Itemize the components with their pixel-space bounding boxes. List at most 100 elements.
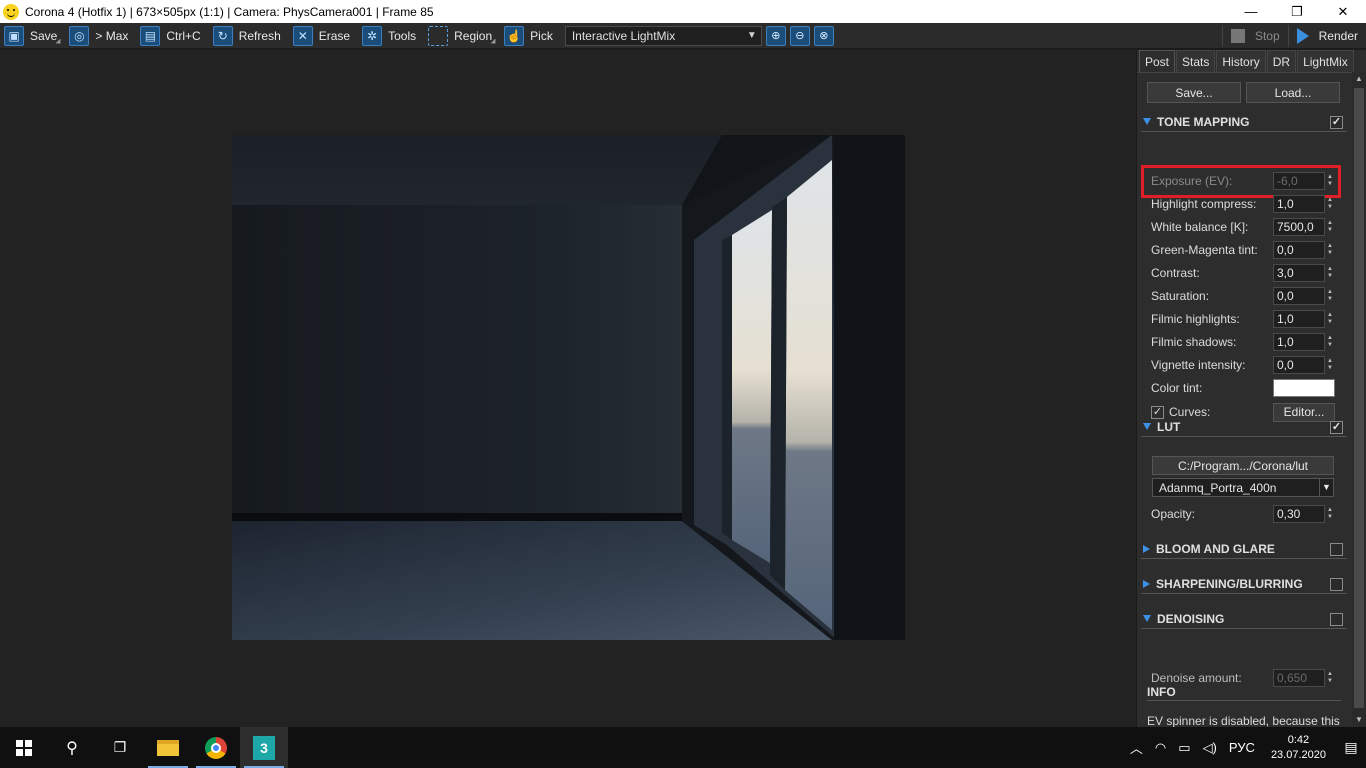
title-bar: Corona 4 (Hotfix 1) | 673×505px (1:1) | … bbox=[0, 0, 1366, 23]
filmic-highlights-value[interactable]: 1,0 bbox=[1273, 310, 1325, 328]
zoom-out-button[interactable]: ⊖ bbox=[789, 25, 810, 46]
sharpening-checkbox[interactable] bbox=[1330, 578, 1343, 591]
lut-opacity-spinner[interactable]: 0,30 ▲ ▼ bbox=[1273, 505, 1335, 523]
load-preset-button[interactable]: Load... bbox=[1246, 82, 1340, 103]
bloom-glare-header[interactable]: BLOOM AND GLARE bbox=[1141, 539, 1347, 559]
lut-checkbox[interactable]: ✓ bbox=[1330, 421, 1343, 434]
contrast-value[interactable]: 3,0 bbox=[1273, 264, 1325, 282]
tone-mapping-header[interactable]: TONE MAPPING ✓ bbox=[1141, 112, 1347, 132]
pick-button[interactable]: ☝ Pick bbox=[500, 24, 559, 48]
color-tint-row: Color tint: bbox=[1151, 379, 1335, 397]
task-view-button[interactable]: ❐ bbox=[96, 727, 144, 768]
save-button[interactable]: ▣ Save bbox=[0, 24, 63, 48]
chevron-up-icon[interactable]: ︿ bbox=[1130, 738, 1143, 757]
lut-opacity-label: Opacity: bbox=[1151, 507, 1196, 521]
filmic-shadows-value[interactable]: 1,0 bbox=[1273, 333, 1325, 351]
denoising-checkbox[interactable] bbox=[1330, 613, 1343, 626]
tab-post[interactable]: Post bbox=[1139, 50, 1176, 72]
scroll-up-icon[interactable]: ▲ bbox=[1352, 72, 1366, 86]
search-button[interactable]: ⚲ bbox=[48, 727, 96, 768]
saturation-value[interactable]: 0,0 bbox=[1273, 287, 1325, 305]
tab-stats[interactable]: Stats bbox=[1176, 50, 1216, 72]
highlight-compress-spinner[interactable]: 1,0 ▲ ▼ bbox=[1273, 195, 1335, 213]
language-indicator[interactable]: РУС bbox=[1229, 740, 1255, 755]
panel-scrollbar[interactable]: ▲ ▼ bbox=[1352, 72, 1366, 727]
white-balance-value[interactable]: 7500,0 bbox=[1273, 218, 1325, 236]
spinner-arrows-icon[interactable]: ▲ ▼ bbox=[1325, 264, 1335, 282]
scroll-thumb[interactable] bbox=[1354, 88, 1364, 708]
green-magenta-tint-label: Green-Magenta tint: bbox=[1151, 243, 1258, 257]
zoom-in-button[interactable]: ⊕ bbox=[765, 25, 786, 46]
maximize-button[interactable]: ❐ bbox=[1274, 0, 1320, 23]
expand-arrow-icon bbox=[1143, 579, 1150, 588]
filmic-highlights-spinner[interactable]: 1,0 ▲ ▼ bbox=[1273, 310, 1335, 328]
lut-select[interactable]: Adanmq_Portra_400n ▼ bbox=[1152, 478, 1334, 497]
frame-buffer-viewport[interactable] bbox=[0, 50, 1136, 727]
refresh-icon: ↻ bbox=[212, 25, 233, 46]
green-magenta-tint-spinner[interactable]: 0,0 ▲ ▼ bbox=[1273, 241, 1335, 259]
clock[interactable]: 0:42 23.07.2020 bbox=[1271, 733, 1326, 763]
save-label: Save bbox=[30, 28, 58, 43]
battery-icon[interactable]: ▭ bbox=[1178, 740, 1190, 756]
scroll-down-icon[interactable]: ▼ bbox=[1352, 713, 1366, 727]
erase-x-icon: ✕ bbox=[292, 25, 313, 46]
contrast-spinner[interactable]: 3,0 ▲ ▼ bbox=[1273, 264, 1335, 282]
sharpening-title: SHARPENING/BLURRING bbox=[1156, 576, 1303, 591]
white-balance-spinner[interactable]: 7500,0 ▲ ▼ bbox=[1273, 218, 1335, 236]
lut-path-button[interactable]: C:/Program.../Corona/lut bbox=[1152, 456, 1334, 475]
tab-history[interactable]: History bbox=[1216, 50, 1266, 72]
spinner-arrows-icon[interactable]: ▲ ▼ bbox=[1325, 333, 1335, 351]
start-button[interactable] bbox=[0, 727, 48, 768]
gear-icon: ✲ bbox=[362, 25, 383, 46]
sharpening-header[interactable]: SHARPENING/BLURRING bbox=[1141, 574, 1347, 594]
erase-button[interactable]: ✕ Erase bbox=[289, 24, 356, 48]
notification-icon[interactable]: ▤ bbox=[1336, 727, 1366, 768]
tab-dr[interactable]: DR bbox=[1266, 50, 1297, 72]
render-mode-select[interactable]: Interactive LightMix ▼ bbox=[564, 25, 762, 46]
filmic-highlights-label: Filmic highlights: bbox=[1151, 312, 1240, 326]
speaker-icon[interactable]: ◁) bbox=[1203, 740, 1217, 756]
tone-mapping-checkbox[interactable]: ✓ bbox=[1330, 116, 1343, 129]
lut-opacity-value[interactable]: 0,30 bbox=[1273, 505, 1325, 523]
denoising-header[interactable]: DENOISING bbox=[1141, 609, 1347, 629]
highlight-compress-value[interactable]: 1,0 bbox=[1273, 195, 1325, 213]
spinner-arrows-icon[interactable]: ▲ ▼ bbox=[1325, 195, 1335, 213]
to-max-button[interactable]: ◎ > Max bbox=[65, 24, 134, 48]
contrast-label: Contrast: bbox=[1151, 266, 1200, 280]
render-button[interactable]: Render bbox=[1287, 25, 1366, 47]
saturation-spinner[interactable]: 0,0 ▲ ▼ bbox=[1273, 287, 1335, 305]
copy-button[interactable]: ▤ Ctrl+C bbox=[136, 24, 206, 48]
refresh-button[interactable]: ↻ Refresh bbox=[209, 24, 287, 48]
lut-header[interactable]: LUT ✓ bbox=[1141, 417, 1347, 437]
save-preset-button[interactable]: Save... bbox=[1147, 82, 1241, 103]
green-magenta-tint-value[interactable]: 0,0 bbox=[1273, 241, 1325, 259]
spinner-arrows-icon[interactable]: ▲ ▼ bbox=[1325, 505, 1335, 523]
expand-arrow-icon bbox=[1143, 544, 1150, 553]
bloom-glare-checkbox[interactable] bbox=[1330, 543, 1343, 556]
taskbar-chrome[interactable] bbox=[192, 727, 240, 768]
spinner-arrows-icon[interactable]: ▲ ▼ bbox=[1325, 218, 1335, 236]
vignette-intensity-value[interactable]: 0,0 bbox=[1273, 356, 1325, 374]
info-text: EV spinner is disabled, because this bbox=[1147, 714, 1340, 727]
render-mode-value: Interactive LightMix bbox=[571, 28, 676, 43]
vignette-intensity-row: Vignette intensity: 0,0 ▲ ▼ bbox=[1151, 356, 1335, 374]
spinner-arrows-icon[interactable]: ▲ ▼ bbox=[1325, 241, 1335, 259]
taskbar-3dsmax[interactable]: 3 bbox=[240, 727, 288, 768]
color-tint-swatch[interactable] bbox=[1273, 379, 1335, 397]
stop-button[interactable]: Stop bbox=[1221, 25, 1288, 47]
tools-button[interactable]: ✲ Tools bbox=[358, 24, 422, 48]
filmic-shadows-spinner[interactable]: 1,0 ▲ ▼ bbox=[1273, 333, 1335, 351]
spinner-arrows-icon[interactable]: ▲ ▼ bbox=[1325, 310, 1335, 328]
spinner-arrows-icon[interactable]: ▲ ▼ bbox=[1325, 287, 1335, 305]
taskbar-explorer[interactable] bbox=[144, 727, 192, 768]
close-button[interactable]: ✕ bbox=[1320, 0, 1366, 23]
spinner-arrows-icon[interactable]: ▲ ▼ bbox=[1325, 356, 1335, 374]
zoom-fit-button[interactable]: ⊗ bbox=[813, 25, 834, 46]
region-button[interactable]: Region bbox=[424, 24, 498, 48]
tab-lightmix[interactable]: LightMix bbox=[1297, 50, 1354, 72]
minimize-button[interactable]: — bbox=[1228, 0, 1274, 23]
saturation-row: Saturation: 0,0 ▲ ▼ bbox=[1151, 287, 1335, 305]
highlight-compress-label: Highlight compress: bbox=[1151, 197, 1257, 211]
network-icon[interactable]: ◠ bbox=[1155, 740, 1166, 756]
vignette-intensity-spinner[interactable]: 0,0 ▲ ▼ bbox=[1273, 356, 1335, 374]
